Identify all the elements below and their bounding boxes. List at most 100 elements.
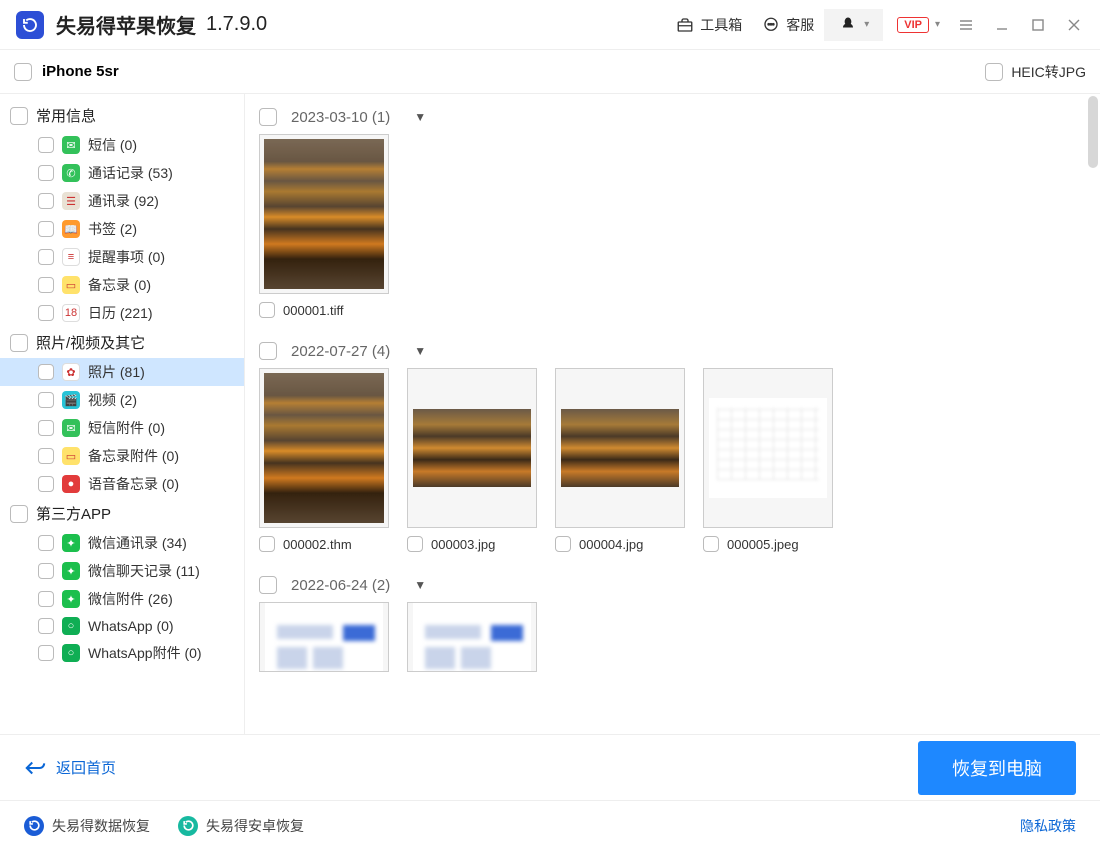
- thumbnail-image[interactable]: [703, 368, 833, 528]
- thumbnail-image[interactable]: [407, 368, 537, 528]
- sidebar-item[interactable]: ✿ 照片 (81): [0, 358, 244, 386]
- item-checkbox[interactable]: [38, 193, 54, 209]
- category-checkbox[interactable]: [10, 334, 28, 352]
- heic-toggle[interactable]: HEIC转JPG: [985, 62, 1086, 82]
- item-checkbox[interactable]: [38, 137, 54, 153]
- item-checkbox[interactable]: [38, 305, 54, 321]
- sidebar-category[interactable]: 第三方APP: [0, 498, 244, 529]
- recover-button[interactable]: 恢复到电脑: [918, 741, 1076, 795]
- sidebar-item[interactable]: ○ WhatsApp附件 (0): [0, 639, 244, 667]
- thumb-checkbox[interactable]: [703, 536, 719, 552]
- item-checkbox[interactable]: [38, 249, 54, 265]
- item-checkbox[interactable]: [38, 364, 54, 380]
- item-checkbox[interactable]: [38, 535, 54, 551]
- support-button[interactable]: 客服: [752, 9, 824, 41]
- vip-badge: VIP: [897, 17, 929, 33]
- thumb-checkbox[interactable]: [555, 536, 571, 552]
- sidebar-item[interactable]: ▭ 备忘录附件 (0): [0, 442, 244, 470]
- date-group-header[interactable]: 2022-06-24 (2) ▼: [255, 570, 1090, 602]
- item-checkbox[interactable]: [38, 448, 54, 464]
- item-checkbox[interactable]: [38, 277, 54, 293]
- select-all-checkbox[interactable]: [14, 63, 32, 81]
- sidebar-item[interactable]: ✉ 短信 (0): [0, 131, 244, 159]
- item-checkbox[interactable]: [38, 476, 54, 492]
- item-checkbox[interactable]: [38, 221, 54, 237]
- thumb-filename: 000001.tiff: [283, 303, 343, 318]
- sidebar-item[interactable]: ≡ 提醒事项 (0): [0, 243, 244, 271]
- scrollbar[interactable]: [1088, 96, 1098, 168]
- group-checkbox[interactable]: [259, 342, 277, 360]
- sidebar-category[interactable]: 常用信息: [0, 100, 244, 131]
- item-icon: 18: [62, 304, 80, 322]
- thumbnail-image[interactable]: [555, 368, 685, 528]
- thumb-checkbox[interactable]: [259, 302, 275, 318]
- titlebar: 失易得苹果恢复 1.7.9.0 工具箱 客服 ▾ VIP ▾: [0, 0, 1100, 50]
- sidebar-item[interactable]: ○ WhatsApp (0): [0, 613, 244, 639]
- sidebar-item[interactable]: ● 语音备忘录 (0): [0, 470, 244, 498]
- sidebar-item[interactable]: ✦ 微信聊天记录 (11): [0, 557, 244, 585]
- minimize-button[interactable]: [984, 7, 1020, 43]
- item-checkbox[interactable]: [38, 420, 54, 436]
- toolbox-button[interactable]: 工具箱: [666, 9, 752, 41]
- date-group-header[interactable]: 2022-07-27 (4) ▼: [255, 336, 1090, 368]
- action-bar: 返回首页 恢复到电脑: [0, 734, 1100, 800]
- thumbnail-card[interactable]: 000003.jpg: [407, 368, 537, 552]
- sidebar-item[interactable]: 📖 书签 (2): [0, 215, 244, 243]
- sidebar-item[interactable]: 🎬 视频 (2): [0, 386, 244, 414]
- group-checkbox[interactable]: [259, 108, 277, 126]
- item-label: 备忘录 (0): [88, 275, 151, 295]
- item-checkbox[interactable]: [38, 618, 54, 634]
- privacy-link[interactable]: 隐私政策: [1020, 816, 1076, 836]
- thumbnail-image[interactable]: [407, 602, 537, 672]
- item-label: 日历 (221): [88, 303, 153, 323]
- sidebar-item[interactable]: 18 日历 (221): [0, 299, 244, 327]
- category-label: 照片/视频及其它: [36, 332, 145, 353]
- thumbnail-card[interactable]: 000004.jpg: [555, 368, 685, 552]
- date-group-header[interactable]: 2023-03-10 (1) ▼: [255, 102, 1090, 134]
- thumbnail-image[interactable]: [259, 368, 389, 528]
- heic-checkbox[interactable]: [985, 63, 1003, 81]
- thumbnail-card[interactable]: 000002.thm: [259, 368, 389, 552]
- item-icon: ✆: [62, 164, 80, 182]
- item-label: 短信附件 (0): [88, 418, 165, 438]
- thumbnail-card[interactable]: 000005.jpeg: [703, 368, 833, 552]
- thumb-filename: 000002.thm: [283, 537, 352, 552]
- sidebar-item[interactable]: ✦ 微信附件 (26): [0, 585, 244, 613]
- item-icon: ✉: [62, 136, 80, 154]
- sidebar-item[interactable]: ☰ 通讯录 (92): [0, 187, 244, 215]
- category-checkbox[interactable]: [10, 107, 28, 125]
- thumbnail-card[interactable]: 000001.tiff: [259, 134, 389, 318]
- sidebar-item[interactable]: ✉ 短信附件 (0): [0, 414, 244, 442]
- item-checkbox[interactable]: [38, 563, 54, 579]
- item-checkbox[interactable]: [38, 591, 54, 607]
- product-link-android-recovery[interactable]: 失易得安卓恢复: [178, 816, 304, 836]
- sidebar-item[interactable]: ▭ 备忘录 (0): [0, 271, 244, 299]
- thumb-checkbox[interactable]: [407, 536, 423, 552]
- refresh-icon: [178, 816, 198, 836]
- item-icon: ○: [62, 644, 80, 662]
- category-checkbox[interactable]: [10, 505, 28, 523]
- item-checkbox[interactable]: [38, 392, 54, 408]
- thumb-checkbox[interactable]: [259, 536, 275, 552]
- account-button[interactable]: ▾: [824, 9, 883, 41]
- group-checkbox[interactable]: [259, 576, 277, 594]
- thumbnail-card[interactable]: [407, 602, 537, 672]
- thumbnail-image[interactable]: [259, 134, 389, 294]
- menu-button[interactable]: [948, 7, 984, 43]
- product-link-data-recovery[interactable]: 失易得数据恢复: [24, 816, 150, 836]
- back-home-button[interactable]: 返回首页: [24, 757, 116, 778]
- maximize-button[interactable]: [1020, 7, 1056, 43]
- thumbnail-card[interactable]: [259, 602, 389, 672]
- sidebar-category[interactable]: 照片/视频及其它: [0, 327, 244, 358]
- sidebar-item[interactable]: ✆ 通话记录 (53): [0, 159, 244, 187]
- sidebar-item[interactable]: ✦ 微信通讯录 (34): [0, 529, 244, 557]
- close-button[interactable]: [1056, 7, 1092, 43]
- item-checkbox[interactable]: [38, 165, 54, 181]
- app-title: 失易得苹果恢复: [56, 10, 196, 39]
- item-label: 书签 (2): [88, 219, 137, 239]
- thumbnail-image[interactable]: [259, 602, 389, 672]
- vip-button[interactable]: VIP ▾: [883, 17, 948, 33]
- category-label: 第三方APP: [36, 503, 111, 524]
- item-checkbox[interactable]: [38, 645, 54, 661]
- back-arrow-icon: [24, 759, 46, 777]
